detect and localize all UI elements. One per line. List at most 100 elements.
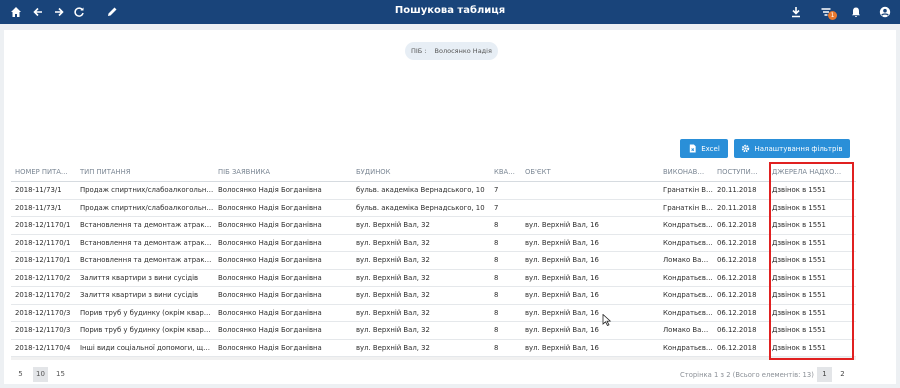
- table-cell: Встановлення та демонтаж атракці…: [80, 221, 214, 229]
- table-cell: 20.11.2018: [717, 203, 757, 212]
- table-cell: 2018-11/73/1: [15, 203, 62, 212]
- table-cell: 7: [494, 186, 499, 194]
- filter-settings-label: Налаштування фільтрів: [754, 144, 843, 153]
- table-cell: 2018-12/1170/3: [15, 326, 71, 334]
- table-cell: Дзвінок в 1551: [772, 203, 826, 212]
- page-number[interactable]: 2: [835, 367, 850, 382]
- mouse-cursor-icon: [602, 314, 612, 326]
- table-cell: 06.12.2018: [717, 238, 757, 247]
- table-cell: Волосянко Надія Богданівна: [218, 186, 322, 194]
- table-cell: вул. Верхній Вал, 16: [525, 273, 599, 282]
- table-cell: 06.12.2018: [717, 343, 757, 352]
- excel-export-button[interactable]: Excel: [680, 139, 728, 158]
- table-cell: 8: [494, 326, 499, 334]
- table-cell: Кондратьєв…: [663, 273, 713, 282]
- table-cell: Гранаткін В…: [663, 203, 713, 212]
- table-cell: Кондратьєв…: [663, 291, 713, 299]
- column-header[interactable]: ПІБ ЗАЯВНИКА: [214, 164, 352, 181]
- table-row[interactable]: 2018-11/73/1 Продаж спиртних/слабоалкогол…: [11, 182, 856, 200]
- table-row[interactable]: 2018-12/1170/2 Залиття квартири з вини су…: [11, 270, 856, 287]
- table-cell: Волосянко Надія Богданівна: [218, 238, 322, 247]
- table-cell: 2018-12/1170/2: [15, 291, 71, 299]
- table-cell: Встановлення та демонтаж атракці…: [80, 256, 214, 264]
- table-row[interactable]: 2018-12/1170/3 Порив труб у будинку (окрі…: [11, 322, 856, 340]
- table-cell: Волосянко Надія Богданівна: [218, 308, 322, 317]
- table-cell: Волосянко Надія Богданівна: [218, 256, 322, 264]
- table-cell: Кондратьєв…: [663, 221, 713, 229]
- table-cell: Кондратьєв…: [663, 343, 713, 352]
- filter-list-icon[interactable]: 1: [818, 4, 837, 20]
- excel-button-label: Excel: [701, 144, 720, 153]
- table-cell: вул. Верхній Вал, 16: [525, 256, 599, 264]
- page-size-option-active[interactable]: 10: [33, 367, 48, 382]
- table-row[interactable]: 2018-12/1170/1 Встановлення та демонтаж а…: [11, 217, 856, 235]
- table-row[interactable]: 2018-12/1170/1 Встановлення та демонтаж а…: [11, 252, 856, 270]
- table-cell: 2018-12/1170/1: [15, 221, 71, 229]
- table-cell: 2018-12/1170/1: [15, 238, 71, 247]
- table-row[interactable]: 2018-12/1170/4 Інші види соціальної допом…: [11, 340, 856, 357]
- table-cell: Волосянко Надія Богданівна: [218, 326, 322, 334]
- table-cell: 8: [494, 221, 499, 229]
- table-cell: 06.12.2018: [717, 308, 757, 317]
- page-size-option[interactable]: 15: [53, 367, 68, 382]
- filter-chip-value: Волосянко Надія: [434, 47, 492, 55]
- table-row[interactable]: 2018-11/73/1 Продаж спиртних/слабоалкогол…: [11, 200, 856, 217]
- table-cell: 7: [494, 203, 499, 212]
- table-cell: вул. Верхній Вал, 16: [525, 238, 599, 247]
- download-icon[interactable]: [788, 4, 804, 20]
- column-header[interactable]: ПОСТУПИ…: [713, 164, 768, 181]
- table-cell: 2018-11/73/1: [15, 186, 62, 194]
- table-cell: Дзвінок в 1551: [772, 186, 826, 194]
- filter-chip[interactable]: ПІБ : Волосянко Надія: [405, 42, 498, 60]
- table-cell: Ломако Ва…: [663, 326, 709, 334]
- table-cell: 06.12.2018: [717, 256, 757, 264]
- table-cell: 20.11.2018: [717, 186, 757, 194]
- table-cell: вул. Верхній Вал, 16: [525, 326, 599, 334]
- column-header[interactable]: НОМЕР ПИТА…: [11, 164, 76, 181]
- table-cell: Волосянко Надія Богданівна: [218, 221, 322, 229]
- table-cell: Продаж спиртних/слабоалкогольн…: [80, 186, 214, 194]
- top-app-bar: Пошукова таблиця 1: [0, 0, 900, 24]
- table-row[interactable]: 2018-12/1170/1 Встановлення та демонтаж а…: [11, 235, 856, 252]
- table-cell: вул. Верхній Вал, 32: [356, 343, 430, 352]
- table-cell: Дзвінок в 1551: [772, 273, 826, 282]
- table-cell: Кондратьєв…: [663, 238, 713, 247]
- table-row[interactable]: 2018-12/1170/3 Порив труб у будинку (окрі…: [11, 305, 856, 322]
- table-cell: Встановлення та демонтаж атракці…: [80, 238, 214, 247]
- column-header[interactable]: ВИКОНАВ…: [659, 164, 713, 181]
- table-cell: Волосянко Надія Богданівна: [218, 343, 322, 352]
- table-cell: Дзвінок в 1551: [772, 308, 826, 317]
- table-cell: вул. Верхній Вал, 16: [525, 308, 599, 317]
- page-info: Сторінка 1 з 2 (Всього елементів: 13): [680, 371, 814, 379]
- page-size-option[interactable]: 5: [13, 367, 28, 382]
- table-cell: 06.12.2018: [717, 326, 757, 334]
- table-cell: вул. Верхній Вал, 32: [356, 221, 430, 229]
- table-cell: вул. Верхній Вал, 32: [356, 308, 430, 317]
- filter-chip-label: ПІБ :: [411, 47, 427, 55]
- column-header[interactable]: ТИП ПИТАННЯ: [76, 164, 214, 181]
- table-cell: вул. Верхній Вал, 32: [356, 291, 430, 299]
- table-cell: Дзвінок в 1551: [772, 238, 826, 247]
- page-number-active[interactable]: 1: [817, 367, 832, 382]
- table-cell: Ломако Ва…: [663, 256, 709, 264]
- column-header[interactable]: ДЖЕРЕЛА НАДХО…: [768, 164, 856, 181]
- table-row[interactable]: 2018-12/1170/2 Залиття квартири з вини су…: [11, 287, 856, 305]
- column-header[interactable]: БУДИНОК: [352, 164, 490, 181]
- column-header[interactable]: КВА…: [490, 164, 521, 181]
- table-cell: 8: [494, 343, 499, 352]
- table-cell: Волосянко Надія Богданівна: [218, 291, 322, 299]
- column-header[interactable]: ОБ'ЄКТ: [521, 164, 659, 181]
- horizontal-scrollbar[interactable]: [11, 357, 856, 360]
- table-cell: [521, 200, 659, 217]
- results-table: НОМЕР ПИТА… ТИП ПИТАННЯ ПІБ ЗАЯВНИКА БУДИНО…: [11, 164, 856, 357]
- table-cell: 2018-12/1170/4: [15, 343, 71, 352]
- user-account-icon[interactable]: [877, 4, 893, 20]
- table-cell: 8: [494, 308, 499, 317]
- table-cell: 06.12.2018: [717, 291, 757, 299]
- table-cell: 06.12.2018: [717, 273, 757, 282]
- table-cell: 2018-12/1170/1: [15, 256, 71, 264]
- filter-settings-button[interactable]: Налаштування фільтрів: [734, 139, 850, 158]
- bell-icon[interactable]: [848, 4, 864, 20]
- table-cell: Інші види соціальної допомоги, щ…: [80, 343, 211, 352]
- table-cell: Порив труб у будинку (окрім квар…: [80, 326, 211, 334]
